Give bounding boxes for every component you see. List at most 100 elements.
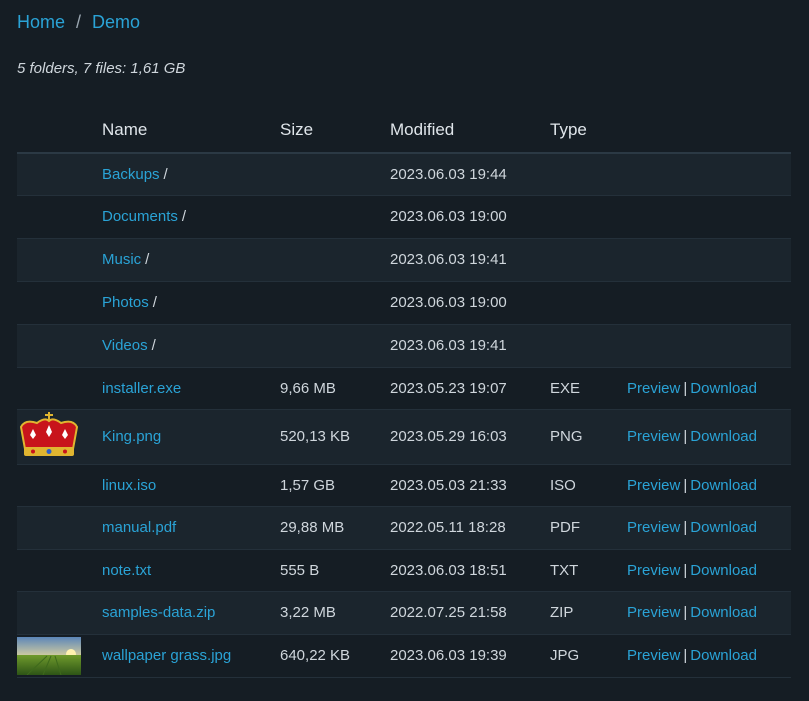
- type-cell: ISO: [550, 464, 627, 507]
- folder-link[interactable]: Music: [102, 251, 141, 268]
- thumbnail-cell: [17, 591, 102, 635]
- preview-link[interactable]: Preview: [627, 647, 680, 664]
- type-cell: [550, 281, 627, 325]
- action-separator: |: [683, 476, 688, 494]
- preview-link[interactable]: Preview: [627, 477, 680, 494]
- size-cell: 640,22 KB: [280, 634, 390, 678]
- type-cell: [550, 324, 627, 368]
- breadcrumb-current-link[interactable]: Demo: [92, 12, 140, 33]
- size-cell: 1,57 GB: [280, 464, 390, 507]
- thumbnail-column-header: [17, 108, 102, 154]
- table-row: manual.pdf 29,88 MB 2022.05.11 18:28 PDF…: [17, 506, 791, 550]
- modified-cell: 2023.06.03 19:41: [390, 324, 550, 368]
- action-separator: |: [683, 379, 688, 397]
- table-row: Backups/ 2023.06.03 19:44: [17, 153, 791, 196]
- download-link[interactable]: Download: [690, 380, 757, 397]
- name-column-header[interactable]: Name: [102, 108, 280, 154]
- modified-cell: 2023.06.03 18:51: [390, 549, 550, 592]
- actions-cell: [627, 153, 791, 196]
- preview-link[interactable]: Preview: [627, 428, 680, 445]
- actions-cell: [627, 324, 791, 368]
- crown-thumbnail-image[interactable]: [17, 411, 81, 463]
- download-link[interactable]: Download: [690, 428, 757, 445]
- table-row: wallpaper grass.jpg 640,22 KB 2023.06.03…: [17, 634, 791, 678]
- type-cell: TXT: [550, 549, 627, 592]
- action-separator: |: [683, 647, 688, 664]
- thumbnail-cell: [17, 324, 102, 368]
- actions-column-header: [627, 108, 791, 154]
- size-cell: [280, 195, 390, 239]
- action-separator: |: [683, 561, 688, 579]
- table-row: installer.exe 9,66 MB 2023.05.23 19:07 E…: [17, 367, 791, 410]
- type-cell: JPG: [550, 634, 627, 678]
- action-separator: |: [683, 604, 688, 621]
- folder-link[interactable]: Backups: [102, 166, 160, 183]
- table-row: note.txt 555 B 2023.06.03 18:51 TXT Prev…: [17, 549, 791, 592]
- modified-cell: 2023.05.03 21:33: [390, 464, 550, 507]
- modified-cell: 2023.06.03 19:44: [390, 153, 550, 196]
- type-cell: [550, 238, 627, 282]
- file-link[interactable]: installer.exe: [102, 380, 181, 397]
- file-link[interactable]: note.txt: [102, 562, 151, 579]
- size-cell: [280, 324, 390, 368]
- breadcrumb: Home / Demo: [17, 12, 140, 33]
- type-column-header[interactable]: Type: [550, 108, 627, 154]
- actions-cell: Preview | Download: [627, 409, 791, 465]
- download-link[interactable]: Download: [690, 604, 757, 621]
- file-link[interactable]: King.png: [102, 428, 161, 445]
- folder-slash: /: [152, 294, 157, 311]
- size-cell: [280, 153, 390, 196]
- actions-cell: [627, 195, 791, 239]
- download-link[interactable]: Download: [690, 519, 757, 536]
- modified-cell: 2022.05.11 18:28: [390, 506, 550, 550]
- file-link[interactable]: manual.pdf: [102, 519, 176, 536]
- file-link[interactable]: wallpaper grass.jpg: [102, 647, 231, 664]
- folder-slash: /: [181, 208, 187, 225]
- grass-landscape-thumbnail-image[interactable]: [17, 636, 81, 675]
- folder-link[interactable]: Videos: [102, 337, 148, 354]
- type-cell: PNG: [550, 409, 627, 465]
- action-separator: |: [683, 428, 688, 445]
- folder-slash: /: [145, 251, 150, 268]
- actions-cell: Preview | Download: [627, 464, 791, 507]
- table-row: Documents/ 2023.06.03 19:00: [17, 195, 791, 239]
- thumbnail-cell: [17, 409, 102, 465]
- folder-slash: /: [163, 165, 168, 183]
- type-cell: PDF: [550, 506, 627, 550]
- actions-cell: Preview | Download: [627, 506, 791, 550]
- modified-cell: 2023.06.03 19:00: [390, 281, 550, 325]
- type-cell: [550, 195, 627, 239]
- size-cell: [280, 238, 390, 282]
- download-link[interactable]: Download: [690, 562, 757, 579]
- size-cell: 9,66 MB: [280, 367, 390, 410]
- table-row: linux.iso 1,57 GB 2023.05.03 21:33 ISO P…: [17, 464, 791, 507]
- preview-link[interactable]: Preview: [627, 604, 680, 621]
- folder-link[interactable]: Documents: [102, 208, 178, 225]
- folder-slash: /: [151, 337, 156, 354]
- file-link[interactable]: linux.iso: [102, 477, 156, 494]
- action-separator: |: [683, 519, 688, 536]
- type-cell: EXE: [550, 367, 627, 410]
- thumbnail-cell: [17, 506, 102, 550]
- folder-link[interactable]: Photos: [102, 294, 149, 311]
- preview-link[interactable]: Preview: [627, 519, 680, 536]
- table-row: samples-data.zip 3,22 MB 2022.07.25 21:5…: [17, 591, 791, 635]
- size-cell: 555 B: [280, 549, 390, 592]
- file-link[interactable]: samples-data.zip: [102, 604, 215, 621]
- modified-column-header[interactable]: Modified: [390, 108, 550, 154]
- size-cell: [280, 281, 390, 325]
- modified-cell: 2023.06.03 19:00: [390, 195, 550, 239]
- breadcrumb-home-link[interactable]: Home: [17, 12, 65, 33]
- thumbnail-cell: [17, 281, 102, 325]
- preview-link[interactable]: Preview: [627, 562, 680, 579]
- download-link[interactable]: Download: [690, 647, 757, 664]
- table-header-row: Name Size Modified Type: [17, 108, 791, 154]
- directory-summary: 5 folders, 7 files: 1,61 GB: [17, 60, 186, 77]
- modified-cell: 2023.05.29 16:03: [390, 409, 550, 465]
- table-row: Videos/ 2023.06.03 19:41: [17, 324, 791, 368]
- actions-cell: Preview | Download: [627, 367, 791, 410]
- size-column-header[interactable]: Size: [280, 108, 390, 154]
- download-link[interactable]: Download: [690, 477, 757, 494]
- preview-link[interactable]: Preview: [627, 380, 680, 397]
- modified-cell: 2023.05.23 19:07: [390, 367, 550, 410]
